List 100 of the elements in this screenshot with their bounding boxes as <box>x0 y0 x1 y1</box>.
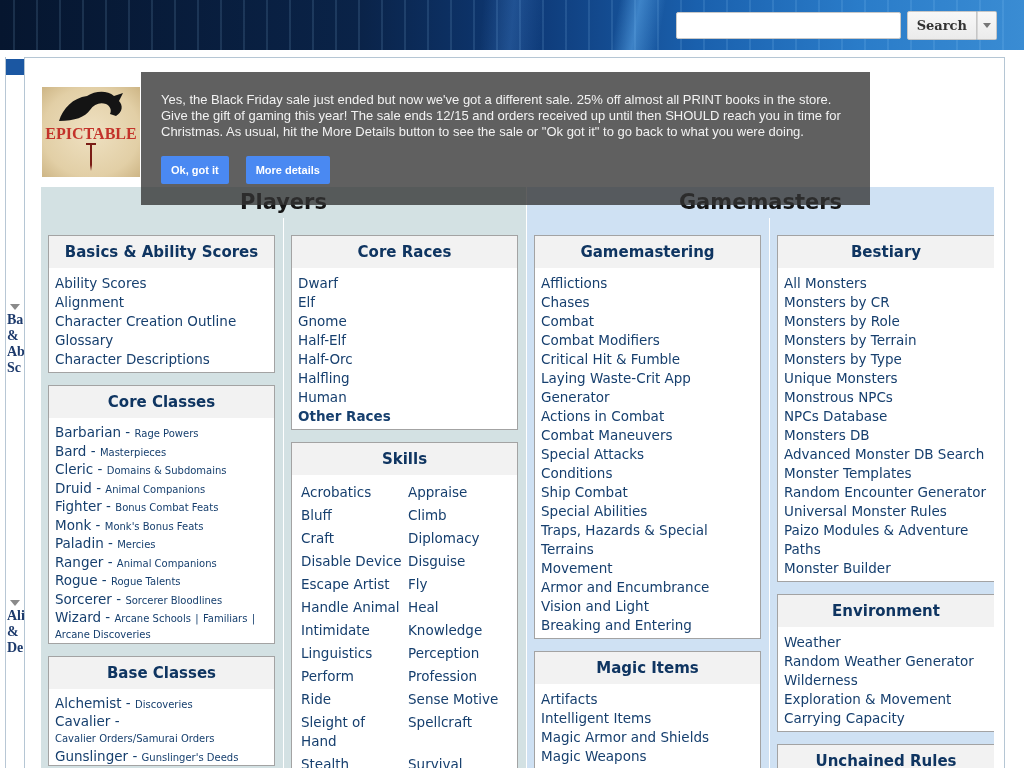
class-link[interactable]: Sorcerer <box>55 590 112 607</box>
nav-link[interactable]: Half-Orc <box>298 350 353 369</box>
nav-link[interactable]: Intelligent Items <box>541 709 652 728</box>
nav-link[interactable]: Afflictions <box>541 274 608 293</box>
class-link[interactable]: Paladin <box>55 535 104 552</box>
nav-link[interactable]: Random Weather Generator <box>784 652 974 671</box>
nav-link[interactable]: Magic Armor and Shields <box>541 728 709 747</box>
nav-link[interactable]: Character Descriptions <box>55 350 210 369</box>
nav-link[interactable]: Human <box>298 388 347 407</box>
sub-link[interactable]: Sorcerer Bloodlines <box>125 594 223 606</box>
nav-link[interactable]: Special Attacks <box>541 445 645 464</box>
nav-link[interactable]: Wilderness <box>784 671 858 690</box>
skill-link[interactable]: Sleight of Hand <box>301 713 403 751</box>
sub-link[interactable]: Gunslinger's Deeds <box>141 751 239 763</box>
nav-link[interactable]: Elf <box>298 293 316 312</box>
class-link[interactable]: Cavalier <box>55 713 111 730</box>
skill-link[interactable]: Linguistics <box>301 644 373 663</box>
class-link[interactable]: Barbarian <box>55 424 122 441</box>
class-link[interactable]: Druid <box>55 479 92 496</box>
skill-link[interactable]: Diplomacy <box>408 529 480 548</box>
sub-link[interactable]: Mercies <box>117 539 156 551</box>
class-link[interactable]: Cleric <box>55 461 94 478</box>
skill-link[interactable]: Disable Device <box>301 552 402 571</box>
nav-link[interactable]: Laying Waste-Crit App Generator <box>541 369 754 407</box>
nav-link[interactable]: Monster Templates <box>784 464 912 483</box>
skill-link[interactable]: Appraise <box>408 483 468 502</box>
nav-link[interactable]: Gnome <box>298 312 347 331</box>
sub-link[interactable]: Familiars <box>202 613 248 625</box>
class-link[interactable]: Wizard <box>55 609 102 626</box>
skill-link[interactable]: Fly <box>408 575 428 594</box>
nav-link[interactable]: Actions in Combat <box>541 407 665 426</box>
sub-link[interactable]: Bonus Combat Feats <box>115 502 219 514</box>
sub-link[interactable]: Monk's Bonus Feats <box>104 520 204 532</box>
sub-link[interactable]: Domains & Subdomains <box>106 465 227 477</box>
nav-link[interactable]: Monsters by Role <box>784 312 900 331</box>
nav-link[interactable]: Universal Monster Rules <box>784 502 947 521</box>
sub-link[interactable]: Rogue Talents <box>110 576 181 588</box>
nav-link[interactable]: Carrying Capacity <box>784 709 905 728</box>
skill-link[interactable]: Perform <box>301 667 354 686</box>
class-link[interactable]: Monk <box>55 516 92 533</box>
nav-link[interactable]: Monstrous NPCs <box>784 388 893 407</box>
search-button[interactable]: Search <box>906 10 977 40</box>
dropdown-button[interactable] <box>977 10 997 40</box>
nav-link[interactable]: Combat Modifiers <box>541 331 660 350</box>
skill-link[interactable]: Spellcraft <box>408 713 472 751</box>
logo-tile[interactable]: EPICTABLE <box>42 87 140 177</box>
nav-link[interactable]: Combat <box>541 312 594 331</box>
class-link[interactable]: Alchemist <box>55 694 122 711</box>
skill-link[interactable]: Knowledge <box>408 621 483 640</box>
skill-link[interactable]: Sense Motive <box>408 690 499 709</box>
class-link[interactable]: Fighter <box>55 498 102 515</box>
skill-link[interactable]: Disguise <box>408 552 466 571</box>
nav-link[interactable]: Special Abilities <box>541 502 648 521</box>
nav-link[interactable]: Movement <box>541 559 613 578</box>
caret-down-icon[interactable] <box>10 304 20 310</box>
sidebar-section-label[interactable]: Ali & De <box>7 608 25 656</box>
nav-link[interactable]: Exploration & Movement <box>784 690 952 709</box>
nav-link[interactable]: Ability Scores <box>55 274 147 293</box>
nav-link[interactable]: Monsters by Terrain <box>784 331 917 350</box>
nav-link[interactable]: Halfling <box>298 369 350 388</box>
skill-link[interactable]: Craft <box>301 529 335 548</box>
nav-link[interactable]: Monsters by Type <box>784 350 902 369</box>
nav-link[interactable]: Monster Builder <box>784 559 891 578</box>
class-link[interactable]: Ranger <box>55 553 104 570</box>
skill-link[interactable]: Climb <box>408 506 447 525</box>
skill-link[interactable]: Handle Animal <box>301 598 400 617</box>
nav-link[interactable]: Paizo Modules & Adventure Paths <box>784 521 994 559</box>
skill-link[interactable]: Intimidate <box>301 621 370 640</box>
nav-link[interactable]: Artifacts <box>541 690 598 709</box>
nav-link[interactable]: Traps, Hazards & Special Terrains <box>541 521 754 559</box>
nav-link[interactable]: Glossary <box>55 331 114 350</box>
sub-link[interactable]: Rage Powers <box>134 428 199 440</box>
sidebar-section-label[interactable]: Ba & Ab Sc <box>7 312 25 376</box>
nav-link[interactable]: Other Races <box>298 407 391 426</box>
nav-link[interactable]: Conditions <box>541 464 613 483</box>
skill-link[interactable]: Ride <box>301 690 331 709</box>
class-link[interactable]: Bard <box>55 442 87 459</box>
nav-link[interactable]: Breaking and Entering <box>541 616 692 635</box>
skill-link[interactable]: Escape Artist <box>301 575 390 594</box>
sub-link[interactable]: Arcane Discoveries <box>55 629 151 641</box>
sub-link[interactable]: Animal Companions <box>116 557 217 569</box>
nav-link[interactable]: All Monsters <box>784 274 867 293</box>
skill-link[interactable]: Perception <box>408 644 480 663</box>
skill-link[interactable]: Heal <box>408 598 439 617</box>
class-link[interactable]: Gunslinger <box>55 747 129 764</box>
nav-link[interactable]: Critical Hit & Fumble <box>541 350 681 369</box>
sub-link[interactable]: Masterpieces <box>99 446 167 458</box>
nav-link[interactable]: Ship Combat <box>541 483 628 502</box>
sub-link[interactable]: Animal Companions <box>105 483 206 495</box>
nav-link[interactable]: NPCs Database <box>784 407 888 426</box>
sub-link[interactable]: Discoveries <box>134 698 193 710</box>
nav-link[interactable]: Vision and Light <box>541 597 649 616</box>
nav-link[interactable]: Monsters by CR <box>784 293 890 312</box>
nav-link[interactable]: Alignment <box>55 293 125 312</box>
sub-link[interactable]: Cavalier Orders/Samurai Orders <box>55 733 215 745</box>
nav-link[interactable]: Magic Weapons <box>541 747 647 766</box>
skill-link[interactable]: Acrobatics <box>301 483 372 502</box>
nav-link[interactable]: Weather <box>784 633 841 652</box>
skill-link[interactable]: Bluff <box>301 506 332 525</box>
nav-link[interactable]: Unique Monsters <box>784 369 898 388</box>
